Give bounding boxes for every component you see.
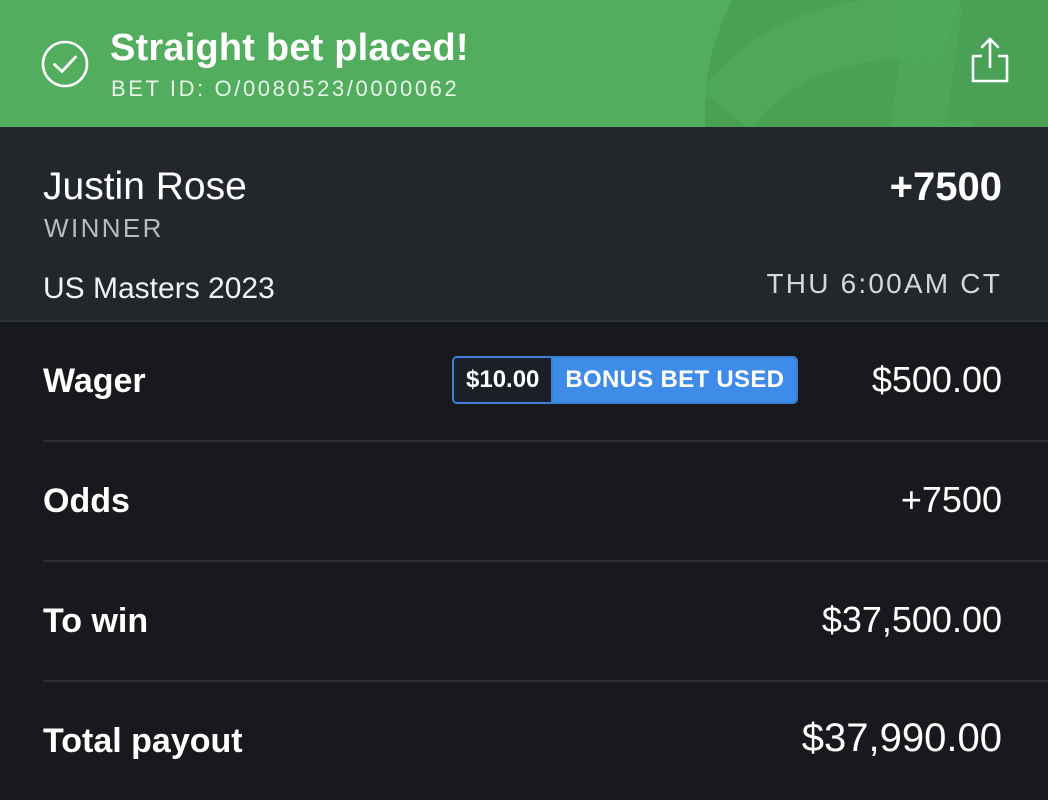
odds-label: Odds (43, 482, 130, 520)
to-win-label: To win (43, 602, 149, 640)
share-button[interactable] (962, 34, 1018, 90)
selection-odds: +7500 (889, 165, 1002, 209)
odds-value: +7500 (900, 479, 1002, 520)
event-start-time: THU 6:00AM CT (766, 268, 1002, 299)
selection-summary: Justin Rose WINNER +7500 US Masters 2023… (0, 127, 1048, 322)
total-payout-row: Total payout $37,990.00 (43, 682, 1048, 800)
selection-name: Justin Rose (43, 165, 247, 208)
confirmation-header: Straight bet placed! BET ID: O/0080523/0… (0, 0, 1048, 127)
confirmation-title: Straight bet placed! (110, 27, 469, 69)
share-icon (971, 37, 1009, 83)
market-type: WINNER (44, 213, 164, 243)
bonus-bet-used-label: BONUS BET USED (553, 358, 797, 402)
event-name: US Masters 2023 (43, 272, 275, 305)
wager-label: Wager (43, 362, 146, 400)
bonus-amount: $10.00 (454, 358, 554, 402)
to-win-row: To win $37,500.00 (43, 562, 1048, 682)
to-win-value: $37,500.00 (821, 599, 1002, 640)
wager-row: Wager $10.00 BONUS BET USED $500.00 (43, 322, 1048, 442)
bet-details: Wager $10.00 BONUS BET USED $500.00 Odds… (0, 322, 1048, 800)
bet-confirmation-screen: Straight bet placed! BET ID: O/0080523/0… (0, 0, 1048, 800)
odds-row: Odds +7500 (43, 442, 1048, 562)
bet-id: BET ID: O/0080523/0000062 (111, 76, 460, 101)
check-circle-icon (41, 40, 89, 88)
total-payout-value: $37,990.00 (801, 716, 1002, 760)
total-payout-label: Total payout (43, 722, 243, 760)
wager-value: $500.00 (871, 359, 1002, 400)
bonus-bet-badge: $10.00 BONUS BET USED (452, 356, 799, 404)
